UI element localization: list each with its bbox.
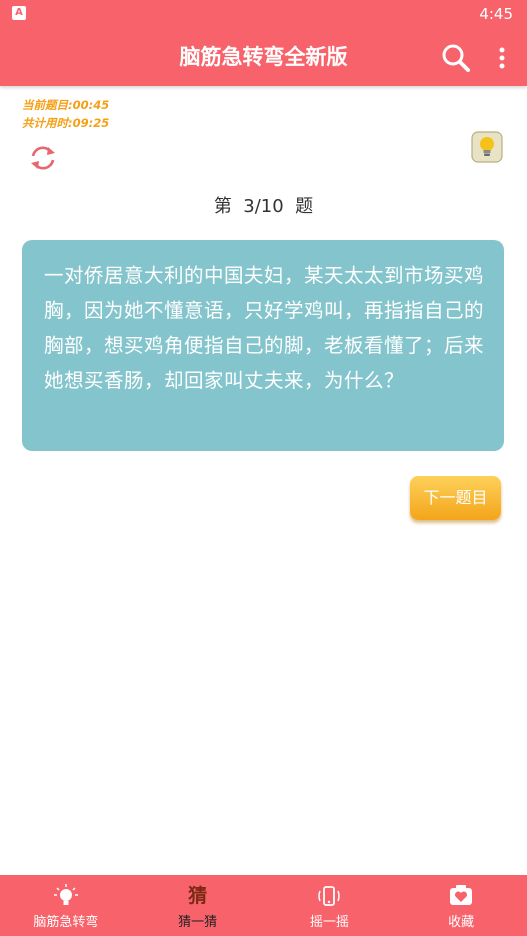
refresh-icon: [31, 146, 55, 170]
current-question-timer: 当前题目:00:45: [22, 98, 110, 112]
tab-guess[interactable]: 猜 猜一猜: [132, 875, 264, 936]
timers: 当前题目:00:45 共计用时:09:25: [22, 96, 109, 132]
tab-brain-teaser[interactable]: 脑筋急转弯: [0, 875, 132, 936]
tab-favorites[interactable]: 收藏: [395, 875, 527, 936]
tab-label: 摇一摇: [309, 915, 349, 930]
more-options-button[interactable]: [490, 42, 514, 74]
search-icon: [442, 44, 470, 72]
lightbulb-icon: [53, 884, 78, 905]
app-bar: 脑筋急转弯全新版: [0, 28, 527, 86]
status-time: 4:45: [479, 5, 513, 23]
tab-shake[interactable]: 摇一摇: [264, 875, 396, 936]
tab-label: 猜一猜: [178, 915, 218, 930]
hint-button[interactable]: [471, 131, 503, 163]
question-card: 一对侨居意大利的中国夫妇，某天太太到市场买鸡胸，因为她不懂意语，只好学鸡叫，再指…: [22, 240, 504, 451]
status-bar: A 4:45: [0, 0, 527, 28]
bottom-tab-bar: 脑筋急转弯 猜 猜一猜 摇一摇 收藏: [0, 875, 527, 936]
app-notification-icon: A: [12, 6, 26, 20]
tab-label: 脑筋急转弯: [33, 915, 99, 930]
search-button[interactable]: [440, 42, 472, 74]
next-question-button[interactable]: 下一题目: [410, 476, 501, 520]
shake-icon: [318, 886, 341, 906]
question-number: 第 3/10 题: [213, 196, 314, 217]
refresh-button[interactable]: [28, 143, 58, 173]
question-text: 一对侨居意大利的中国夫妇，某天太太到市场买鸡胸，因为她不懂意语，只好学鸡叫，再指…: [44, 264, 485, 392]
total-timer: 共计用时:09:25: [22, 116, 110, 130]
favorite-icon: [450, 885, 473, 905]
tab-label: 收藏: [448, 915, 475, 930]
lightbulb-icon: [471, 131, 503, 163]
more-vert-icon: [499, 47, 505, 69]
guess-icon: 猜: [188, 885, 208, 907]
